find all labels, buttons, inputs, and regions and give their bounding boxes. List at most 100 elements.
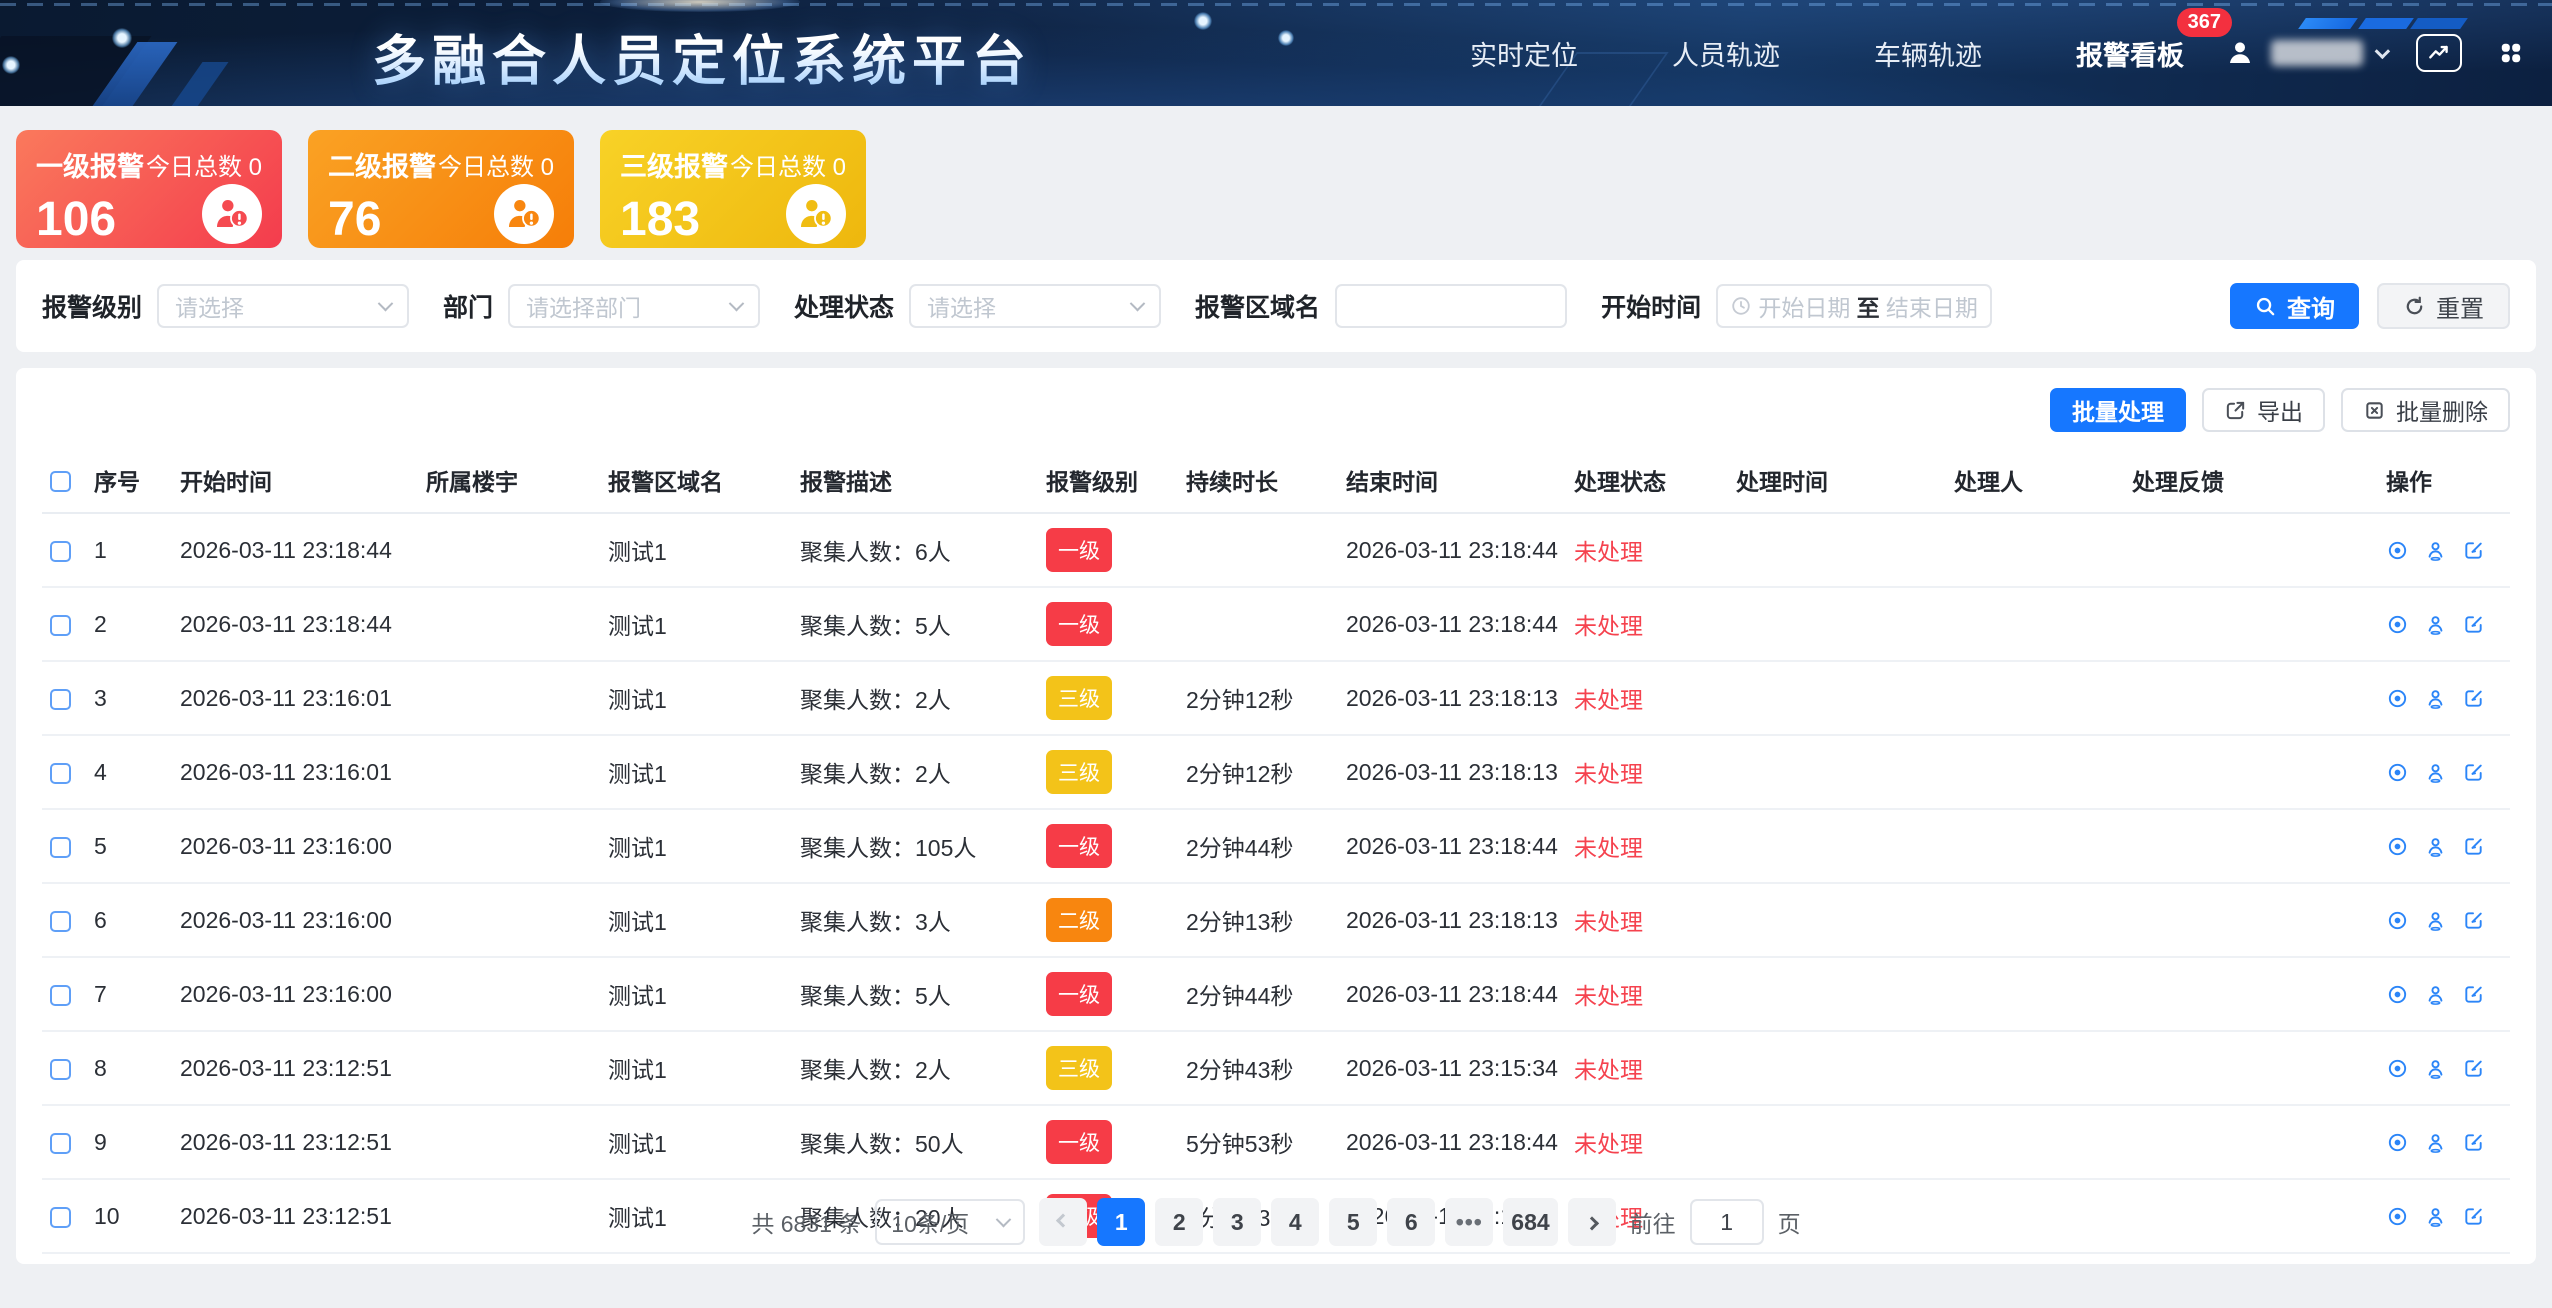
batch-delete-button[interactable]: 批量删除 (2341, 388, 2510, 432)
edit-button[interactable] (2462, 1057, 2485, 1080)
level-badge: 一级 (1046, 528, 1112, 572)
row-checkbox[interactable] (50, 1133, 71, 1154)
locate-person-button[interactable] (2424, 909, 2447, 932)
view-button[interactable] (2386, 613, 2409, 636)
locate-person-button[interactable] (2424, 687, 2447, 710)
locate-person-button[interactable] (2424, 835, 2447, 858)
cell-index: 6 (86, 883, 172, 957)
cell-building (418, 587, 600, 661)
search-button[interactable]: 查询 (2230, 283, 2359, 329)
row-checkbox[interactable] (50, 763, 71, 784)
row-checkbox[interactable] (50, 911, 71, 932)
view-button[interactable] (2386, 1131, 2409, 1154)
edit-button[interactable] (2462, 983, 2485, 1006)
person-location-icon (2424, 909, 2447, 932)
row-checkbox[interactable] (50, 615, 71, 636)
department-select[interactable]: 请选择部门 (508, 284, 760, 328)
chevron-down-icon[interactable] (2375, 43, 2391, 59)
area-input[interactable] (1335, 284, 1567, 328)
page-button[interactable]: 1 (1097, 1198, 1145, 1246)
cell-status: 未处理 (1566, 809, 1728, 883)
export-icon (2224, 399, 2247, 422)
page-button[interactable]: 6 (1387, 1198, 1435, 1246)
edit-button[interactable] (2462, 687, 2485, 710)
person-location-icon (2424, 687, 2447, 710)
level-select[interactable]: 请选择 (157, 284, 409, 328)
view-button[interactable] (2386, 1057, 2409, 1080)
edit-button[interactable] (2462, 835, 2485, 858)
row-checkbox[interactable] (50, 1059, 71, 1080)
cell-duration: 2分钟13秒 (1178, 883, 1338, 957)
locate-person-button[interactable] (2424, 539, 2447, 562)
export-button[interactable]: 导出 (2202, 388, 2325, 432)
glow-flare (600, 0, 800, 12)
cell-description: 聚集人数：3人 (792, 883, 1038, 957)
view-button[interactable] (2386, 909, 2409, 932)
page-button[interactable]: 2 (1155, 1198, 1203, 1246)
apps-button[interactable] (2488, 34, 2534, 72)
cell-status: 未处理 (1566, 883, 1728, 957)
view-button[interactable] (2386, 687, 2409, 710)
cell-processor (1946, 661, 2124, 735)
cell-status: 未处理 (1566, 1031, 1728, 1105)
level-select-placeholder: 请选择 (175, 289, 244, 323)
cell-status: 未处理 (1566, 661, 1728, 735)
edit-button[interactable] (2462, 1131, 2485, 1154)
batch-process-button[interactable]: 批量处理 (2050, 388, 2186, 432)
page-button[interactable]: 684 (1503, 1198, 1557, 1246)
page-button[interactable]: 3 (1213, 1198, 1261, 1246)
username-masked[interactable] (2271, 40, 2363, 66)
cell-building (418, 513, 600, 587)
status-select[interactable]: 请选择 (909, 284, 1161, 328)
col-processor: 处理人 (1946, 448, 2124, 513)
date-range-picker[interactable]: 开始日期 至 结束日期 (1716, 284, 1992, 328)
reset-button[interactable]: 重置 (2377, 283, 2510, 329)
prev-page-button[interactable] (1039, 1198, 1087, 1246)
nav-item[interactable]: 车辆轨迹 (1866, 28, 1990, 79)
locate-person-button[interactable] (2424, 983, 2447, 1006)
row-checkbox[interactable] (50, 541, 71, 562)
select-all-checkbox[interactable] (50, 471, 71, 492)
stat-cards: 一级报警 今日总数 0 106 二级报警 今 (0, 106, 2552, 248)
locate-person-button[interactable] (2424, 613, 2447, 636)
view-icon (2386, 613, 2409, 636)
page-button[interactable]: 5 (1329, 1198, 1377, 1246)
page-size-value: 10条/页 (891, 1205, 969, 1239)
cell-description: 聚集人数：50人 (792, 1105, 1038, 1179)
view-button[interactable] (2386, 983, 2409, 1006)
locate-person-button[interactable] (2424, 1131, 2447, 1154)
cell-start-time: 2026-03-11 23:18:44 (172, 587, 418, 661)
locate-person-button[interactable] (2424, 1057, 2447, 1080)
chevron-down-icon (378, 295, 394, 311)
goto-page-input[interactable] (1690, 1199, 1764, 1245)
cell-area: 测试1 (600, 1105, 792, 1179)
edit-icon (2462, 835, 2485, 858)
cell-process-time (1728, 1031, 1946, 1105)
row-checkbox[interactable] (50, 837, 71, 858)
edit-button[interactable] (2462, 613, 2485, 636)
nav-item[interactable]: 人员轨迹 (1664, 28, 1788, 79)
view-button[interactable] (2386, 539, 2409, 562)
row-checkbox[interactable] (50, 689, 71, 710)
view-button[interactable] (2386, 835, 2409, 858)
monitor-button[interactable] (2416, 34, 2462, 72)
page-button[interactable]: 4 (1271, 1198, 1319, 1246)
level-badge: 三级 (1046, 1046, 1112, 1090)
level-badge: 三级 (1046, 750, 1112, 794)
pagination: 共 6831 条 10条/页 1 2 3 4 5 6 ••• 684 (16, 1198, 2536, 1246)
page-size-select[interactable]: 10条/页 (875, 1199, 1025, 1245)
table-header-row: 序号 开始时间 所属楼宇 报警区域名 报警描述 报警级别 持续时长 结束时间 处… (42, 448, 2510, 513)
nav-item[interactable]: 报警看板 367 (2068, 28, 2192, 79)
cell-processor (1946, 957, 2124, 1031)
col-area: 报警区域名 (600, 448, 792, 513)
edit-button[interactable] (2462, 761, 2485, 784)
page-button[interactable]: ••• (1445, 1198, 1493, 1246)
next-page-button[interactable] (1568, 1198, 1616, 1246)
edit-button[interactable] (2462, 539, 2485, 562)
nav-item[interactable]: 实时定位 (1462, 28, 1586, 79)
cell-status: 未处理 (1566, 957, 1728, 1031)
view-button[interactable] (2386, 761, 2409, 784)
row-checkbox[interactable] (50, 985, 71, 1006)
locate-person-button[interactable] (2424, 761, 2447, 784)
edit-button[interactable] (2462, 909, 2485, 932)
